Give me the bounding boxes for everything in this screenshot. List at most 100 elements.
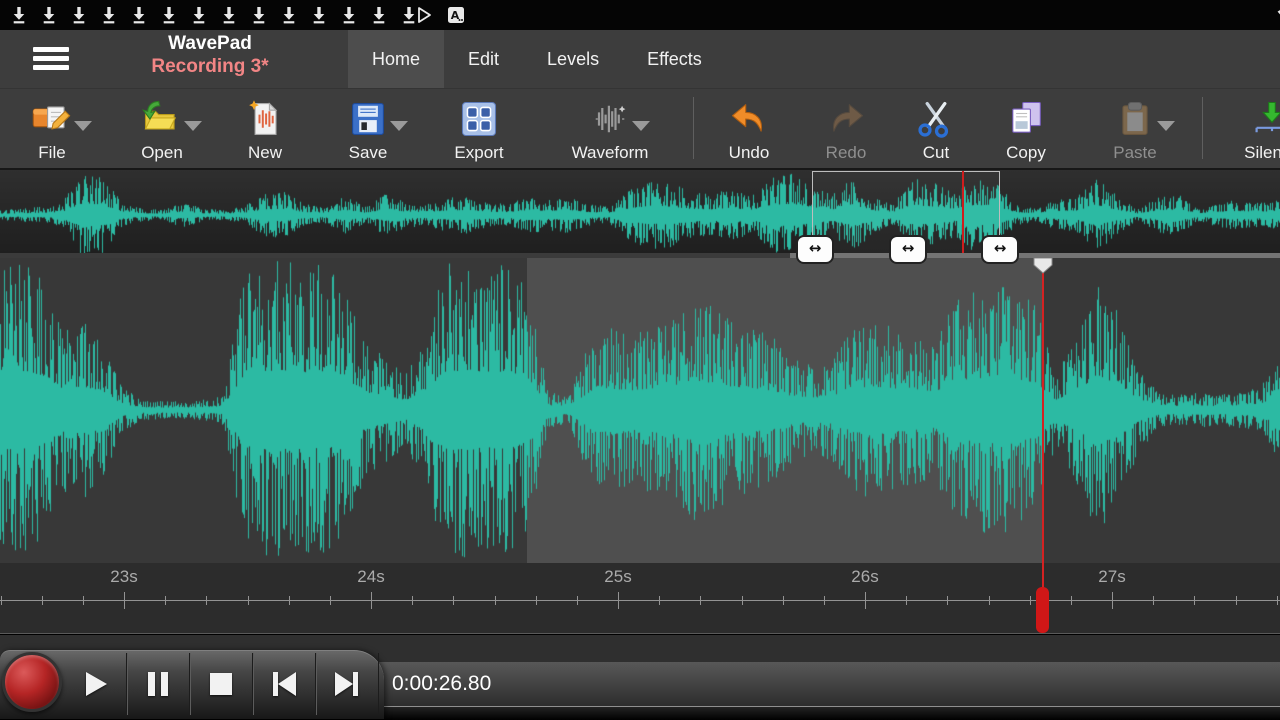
stop-button[interactable] — [190, 653, 253, 715]
ruler-tick — [618, 592, 619, 609]
ruler-tick — [412, 596, 413, 605]
download-icon — [192, 6, 206, 24]
download-icon — [402, 6, 416, 24]
ruler-tick — [906, 596, 907, 605]
new-button[interactable]: New — [210, 95, 320, 163]
ruler-tick — [289, 596, 290, 605]
ruler-tick — [495, 596, 496, 605]
menu-button[interactable] — [33, 47, 69, 71]
skip-to-start-button[interactable] — [253, 653, 316, 715]
tab-home[interactable]: Home — [348, 30, 444, 88]
undo-icon — [727, 97, 771, 141]
stop-icon — [206, 669, 236, 699]
selection-middle-handle[interactable]: ↔ — [889, 235, 927, 264]
open-folder-icon — [140, 97, 184, 141]
save-button[interactable]: Save — [313, 95, 423, 163]
playhead-scrub-handle[interactable] — [1036, 587, 1049, 633]
download-icon — [222, 6, 236, 24]
toolbar-divider — [1202, 97, 1203, 159]
download-icon — [372, 6, 386, 24]
waveform-button[interactable]: Waveform — [555, 95, 665, 163]
ruler-tick — [989, 596, 990, 605]
title-block: WavePad Recording 3* — [90, 33, 330, 79]
paste-button[interactable]: Paste — [1080, 95, 1190, 163]
overview-strip[interactable]: ↔ ↔ ↔ — [0, 168, 1280, 258]
ruler-tick — [206, 596, 207, 605]
export-button[interactable]: Export — [424, 95, 534, 163]
ruler-tick — [865, 592, 866, 609]
ruler-tick — [1194, 596, 1195, 605]
ruler-tick — [165, 596, 166, 605]
ruler-tick — [577, 596, 578, 605]
time-label: 26s — [851, 567, 878, 587]
time-label: 25s — [604, 567, 631, 587]
ruler-tick — [1236, 596, 1237, 605]
chevron-down-icon — [632, 121, 650, 131]
app-header: WavePad Recording 3* Home Edit Levels Ef… — [0, 30, 1280, 88]
ruler-line — [0, 600, 1280, 601]
app-title: WavePad — [90, 33, 330, 56]
selection-end-handle[interactable]: ↔ — [981, 235, 1019, 264]
main-waveform-view[interactable] — [0, 258, 1280, 563]
cut-icon — [914, 97, 958, 141]
skip-to-end-button[interactable] — [316, 653, 379, 715]
play-button[interactable] — [64, 653, 127, 715]
ruler-tick — [124, 592, 125, 609]
chevron-down-icon — [74, 121, 92, 131]
save-icon — [346, 97, 390, 141]
open-button[interactable]: Open — [107, 95, 217, 163]
undo-button[interactable]: Undo — [694, 95, 804, 163]
timeline-ruler[interactable]: 23s24s25s26s27s — [0, 563, 1280, 634]
redo-icon — [824, 97, 868, 141]
paste-icon — [1113, 97, 1157, 141]
download-icon — [132, 6, 146, 24]
silence-button[interactable]: Silence — [1217, 95, 1280, 163]
ruler-tick — [1030, 596, 1031, 605]
tab-levels[interactable]: Levels — [523, 30, 623, 88]
tab-effects[interactable]: Effects — [623, 30, 726, 88]
ruler-tick — [1277, 596, 1278, 605]
download-icons — [0, 6, 416, 24]
ruler-tick — [742, 596, 743, 605]
document-title: Recording 3* — [90, 56, 330, 79]
main-waveform-canvas[interactable] — [0, 258, 1280, 563]
tab-edit[interactable]: Edit — [444, 30, 523, 88]
ruler-tick — [1112, 592, 1113, 609]
record-button[interactable] — [2, 652, 62, 712]
playhead-grip[interactable] — [1033, 258, 1053, 274]
ruler-tick — [947, 596, 948, 605]
skip-forward-icon — [330, 669, 364, 699]
overview-waveform-canvas[interactable] — [0, 170, 1280, 258]
letter-a-icon: A — [447, 6, 465, 24]
download-icon — [342, 6, 356, 24]
play-icon — [77, 669, 113, 699]
toolbar: File Open New Save — [0, 88, 1280, 168]
download-icon — [162, 6, 176, 24]
file-button[interactable]: File — [0, 95, 107, 163]
ruler-tick — [42, 596, 43, 605]
ruler-tick — [330, 596, 331, 605]
wavepad-app: { "status_bar": { "time": "7:51", "downl… — [0, 0, 1280, 720]
play-store-icon — [416, 6, 433, 24]
download-icon — [252, 6, 266, 24]
ruler-tick — [659, 596, 660, 605]
time-display: 0:00:26.80 — [372, 662, 1280, 706]
copy-button[interactable]: Copy — [971, 95, 1081, 163]
android-status-bar: A 7:51 — [0, 0, 1280, 30]
selection-start-handle[interactable]: ↔ — [796, 235, 834, 264]
ruler-tick — [371, 592, 372, 609]
download-icon — [12, 6, 26, 24]
time-label: 27s — [1098, 567, 1125, 587]
pause-button[interactable] — [127, 653, 190, 715]
copy-icon — [1004, 97, 1048, 141]
ruler-tick — [700, 596, 701, 605]
silence-icon — [1250, 97, 1280, 141]
svg-text:A: A — [451, 9, 460, 22]
chevron-down-icon — [184, 121, 202, 131]
ruler-tick — [1071, 596, 1072, 605]
download-icon — [282, 6, 296, 24]
download-icon — [42, 6, 56, 24]
ruler-tick — [536, 596, 537, 605]
skip-back-icon — [267, 669, 301, 699]
ruler-tick — [824, 596, 825, 605]
